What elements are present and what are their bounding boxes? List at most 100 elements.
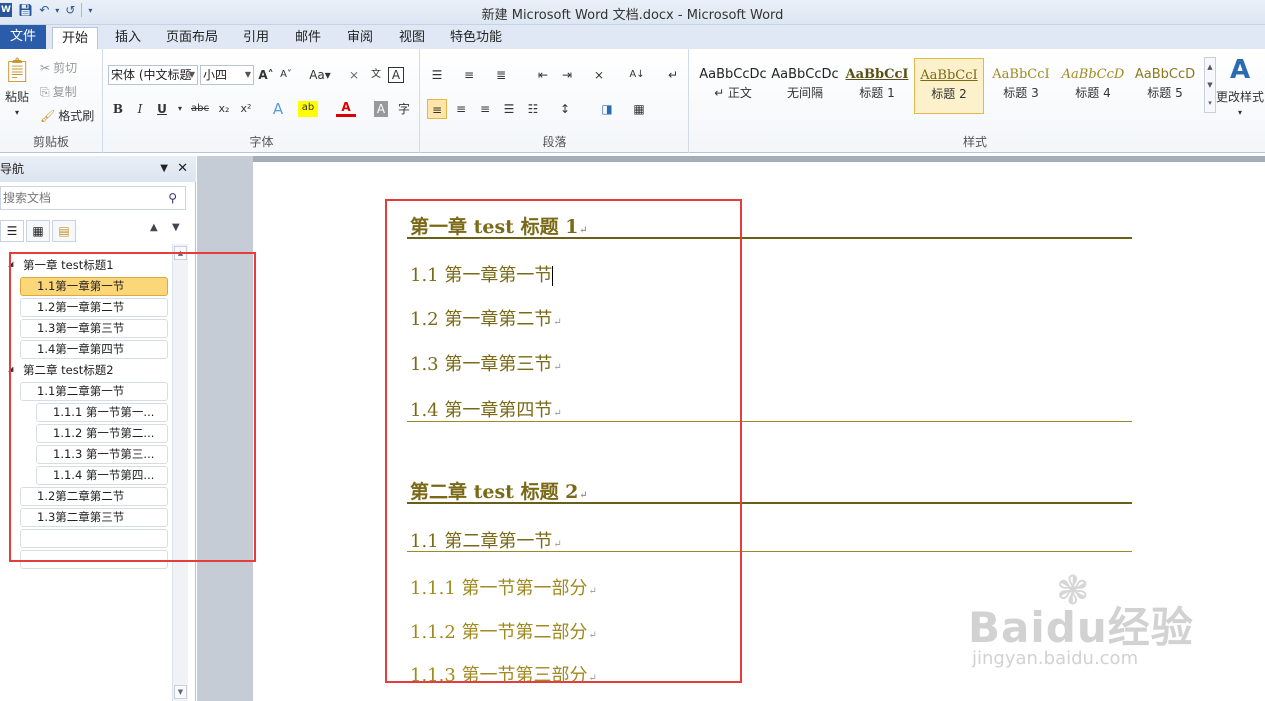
style-sample: AaBbCcI — [920, 68, 978, 83]
results-view-icon[interactable]: ▤ — [52, 220, 76, 242]
styles-gallery-scroll[interactable]: ▲ ▼ ▾ — [1204, 57, 1216, 113]
style-heading-2[interactable]: AaBbCcI 标题 2 — [914, 58, 984, 114]
grow-font-icon[interactable]: A˄ — [256, 65, 276, 85]
annotation-box-document — [385, 199, 742, 683]
shading-icon[interactable]: ◨ — [597, 99, 617, 119]
paste-dropdown-icon: ▾ — [14, 108, 19, 117]
sort-icon[interactable]: A↓ — [627, 65, 647, 85]
style-normal[interactable]: AaBbCcDc ↵ 正文 — [698, 58, 768, 114]
phonetic-guide-icon[interactable]: 文 — [366, 65, 386, 85]
nav-header: 导航 ▼ ✕ — [0, 156, 196, 182]
style-heading-1[interactable]: AaBbCcI 标题 1 — [842, 58, 912, 114]
close-icon[interactable]: ✕ — [177, 156, 188, 182]
bullets-icon[interactable]: ☰ — [427, 65, 447, 85]
strikethrough-icon[interactable]: abc — [190, 99, 210, 119]
cut-label: 剪切 — [53, 61, 78, 75]
tab-references[interactable]: 引用 — [232, 27, 280, 49]
increase-indent-icon[interactable]: ⇥ — [557, 65, 577, 85]
styles-group: AaBbCcDc ↵ 正文 AaBbCcDc 无间隔 AaBbCcI 标题 1 … — [690, 49, 1265, 153]
underline-dropdown-icon[interactable]: ▾ — [170, 99, 190, 119]
style-name: 标题 2 — [931, 87, 967, 101]
paste-icon: 📋︎ — [1, 56, 33, 84]
tab-insert[interactable]: 插入 — [104, 27, 152, 49]
nav-view-tabs: ☰ ▦ ▤ ▲ ▼ — [0, 220, 196, 244]
style-name: 标题 5 — [1147, 86, 1183, 100]
paste-button[interactable]: 📋︎ 粘贴 ▾ — [2, 55, 32, 117]
cut-button[interactable]: ✂ 剪切 — [40, 59, 77, 76]
search-icon[interactable]: ⚲ — [168, 187, 177, 209]
ribbon: 📋︎ 粘贴 ▾ ✂ 剪切 ⎘ 复制 🖌︎ 格式刷 剪贴板 宋体 (中文标题 ▼ … — [0, 49, 1265, 153]
style-sample: AaBbCcI — [845, 67, 909, 82]
decrease-indent-icon[interactable]: ⇤ — [533, 65, 553, 85]
copy-icon: ⎘ — [40, 84, 50, 99]
title-bar: W 💾︎ ↶ ▾ ↺ ▾ 新建 Microsoft Word 文档.docx -… — [0, 0, 1265, 25]
paragraph-group: ☰ ≡ ≣ ⇤ ⇥ ⨯ A↓ ↵ ≡ ≡ ≡ ☰ ☷ ↕ ◨ ▦ 段落 — [421, 49, 689, 153]
numbering-icon[interactable]: ≡ — [459, 65, 479, 85]
enclose-characters-icon[interactable]: 字 — [394, 99, 414, 119]
multilevel-list-icon[interactable]: ≣ — [491, 65, 511, 85]
copy-button[interactable]: ⎘ 复制 — [40, 83, 77, 100]
pages-view-icon[interactable]: ▦ — [26, 220, 50, 242]
tab-special-features[interactable]: 特色功能 — [440, 27, 512, 49]
copy-label: 复制 — [52, 85, 77, 99]
distributed-icon[interactable]: ☷ — [523, 99, 543, 119]
window-title: 新建 Microsoft Word 文档.docx - Microsoft Wo… — [481, 8, 784, 23]
style-name: 标题 3 — [1003, 86, 1039, 100]
style-no-spacing[interactable]: AaBbCcDc 无间隔 — [770, 58, 840, 114]
bold-icon[interactable]: B — [108, 99, 128, 119]
scroll-down-icon[interactable]: ▼ — [174, 685, 187, 699]
shrink-font-icon[interactable]: A˅ — [276, 65, 296, 85]
font-name-combo[interactable]: 宋体 (中文标题 ▼ — [108, 65, 198, 85]
change-styles-button[interactable]: A 更改样式 ▾ — [1216, 55, 1265, 117]
format-painter-button[interactable]: 🖌︎ 格式刷 — [40, 107, 94, 124]
font-group-label: 字体 — [249, 135, 274, 149]
superscript-icon[interactable]: x² — [236, 99, 256, 119]
justify-icon[interactable]: ☰ — [499, 99, 519, 119]
character-shading-icon[interactable]: A — [374, 101, 388, 117]
chinese-layout-icon[interactable]: ⨯ — [589, 65, 609, 85]
change-styles-label: 更改样式 — [1216, 90, 1265, 104]
style-name: ↵ 正文 — [714, 86, 752, 100]
subscript-icon[interactable]: x₂ — [214, 99, 234, 119]
style-heading-4[interactable]: AaBbCcD 标题 4 — [1058, 58, 1128, 114]
clear-format-icon[interactable]: ⨯ — [344, 65, 364, 85]
show-marks-icon[interactable]: ↵ — [663, 65, 683, 85]
clipboard-group-label: 剪贴板 — [32, 135, 69, 149]
highlight-icon[interactable]: ab — [298, 101, 318, 117]
tab-page-layout[interactable]: 页面布局 — [158, 27, 226, 49]
borders-icon[interactable]: ▦ — [629, 99, 649, 119]
align-center-icon[interactable]: ≡ — [451, 99, 471, 119]
tab-file[interactable]: 文件 — [0, 25, 46, 49]
font-size-combo[interactable]: 小四 ▼ — [200, 65, 254, 85]
tab-mailings[interactable]: 邮件 — [284, 27, 332, 49]
character-border-icon[interactable]: A — [388, 67, 404, 83]
font-group: 宋体 (中文标题 ▼ 小四 ▼ A˄ A˅ Aa▾ ⨯ 文 A B I U ▾ … — [104, 49, 420, 153]
tab-review[interactable]: 审阅 — [336, 27, 384, 49]
italic-icon[interactable]: I — [130, 99, 150, 119]
font-color-icon[interactable]: A — [336, 99, 356, 117]
text-effects-icon[interactable]: A — [268, 99, 288, 119]
tab-view[interactable]: 视图 — [388, 27, 436, 49]
nav-search-input[interactable]: 搜索文档 ⚲ — [0, 186, 186, 210]
underline-icon[interactable]: U — [152, 99, 172, 119]
style-heading-5[interactable]: AaBbCcD 标题 5 — [1130, 58, 1200, 114]
headings-view-icon[interactable]: ☰ — [0, 220, 24, 242]
style-sample: AaBbCcD — [1134, 67, 1196, 82]
line-spacing-icon[interactable]: ↕ — [555, 99, 575, 119]
style-heading-3[interactable]: AaBbCcI 标题 3 — [986, 58, 1056, 114]
style-name: 标题 4 — [1075, 86, 1111, 100]
style-sample: AaBbCcI — [992, 67, 1050, 82]
nav-search-placeholder: 搜索文档 — [3, 191, 52, 205]
previous-heading-icon[interactable]: ▲ — [150, 222, 158, 233]
next-heading-icon[interactable]: ▼ — [172, 222, 180, 233]
paste-label: 粘贴 — [4, 90, 29, 104]
align-right-icon[interactable]: ≡ — [475, 99, 495, 119]
align-left-icon[interactable]: ≡ — [427, 99, 447, 119]
watermark-url: jingyan.baidu.com — [972, 648, 1139, 669]
chevron-down-icon: ▾ — [1237, 108, 1242, 117]
tab-home[interactable]: 开始 — [52, 27, 98, 51]
paragraph-group-label: 段落 — [542, 135, 567, 149]
change-case-icon[interactable]: Aa▾ — [306, 65, 334, 85]
annotation-box-nav — [9, 252, 256, 562]
chevron-down-icon[interactable]: ▼ — [160, 156, 168, 182]
